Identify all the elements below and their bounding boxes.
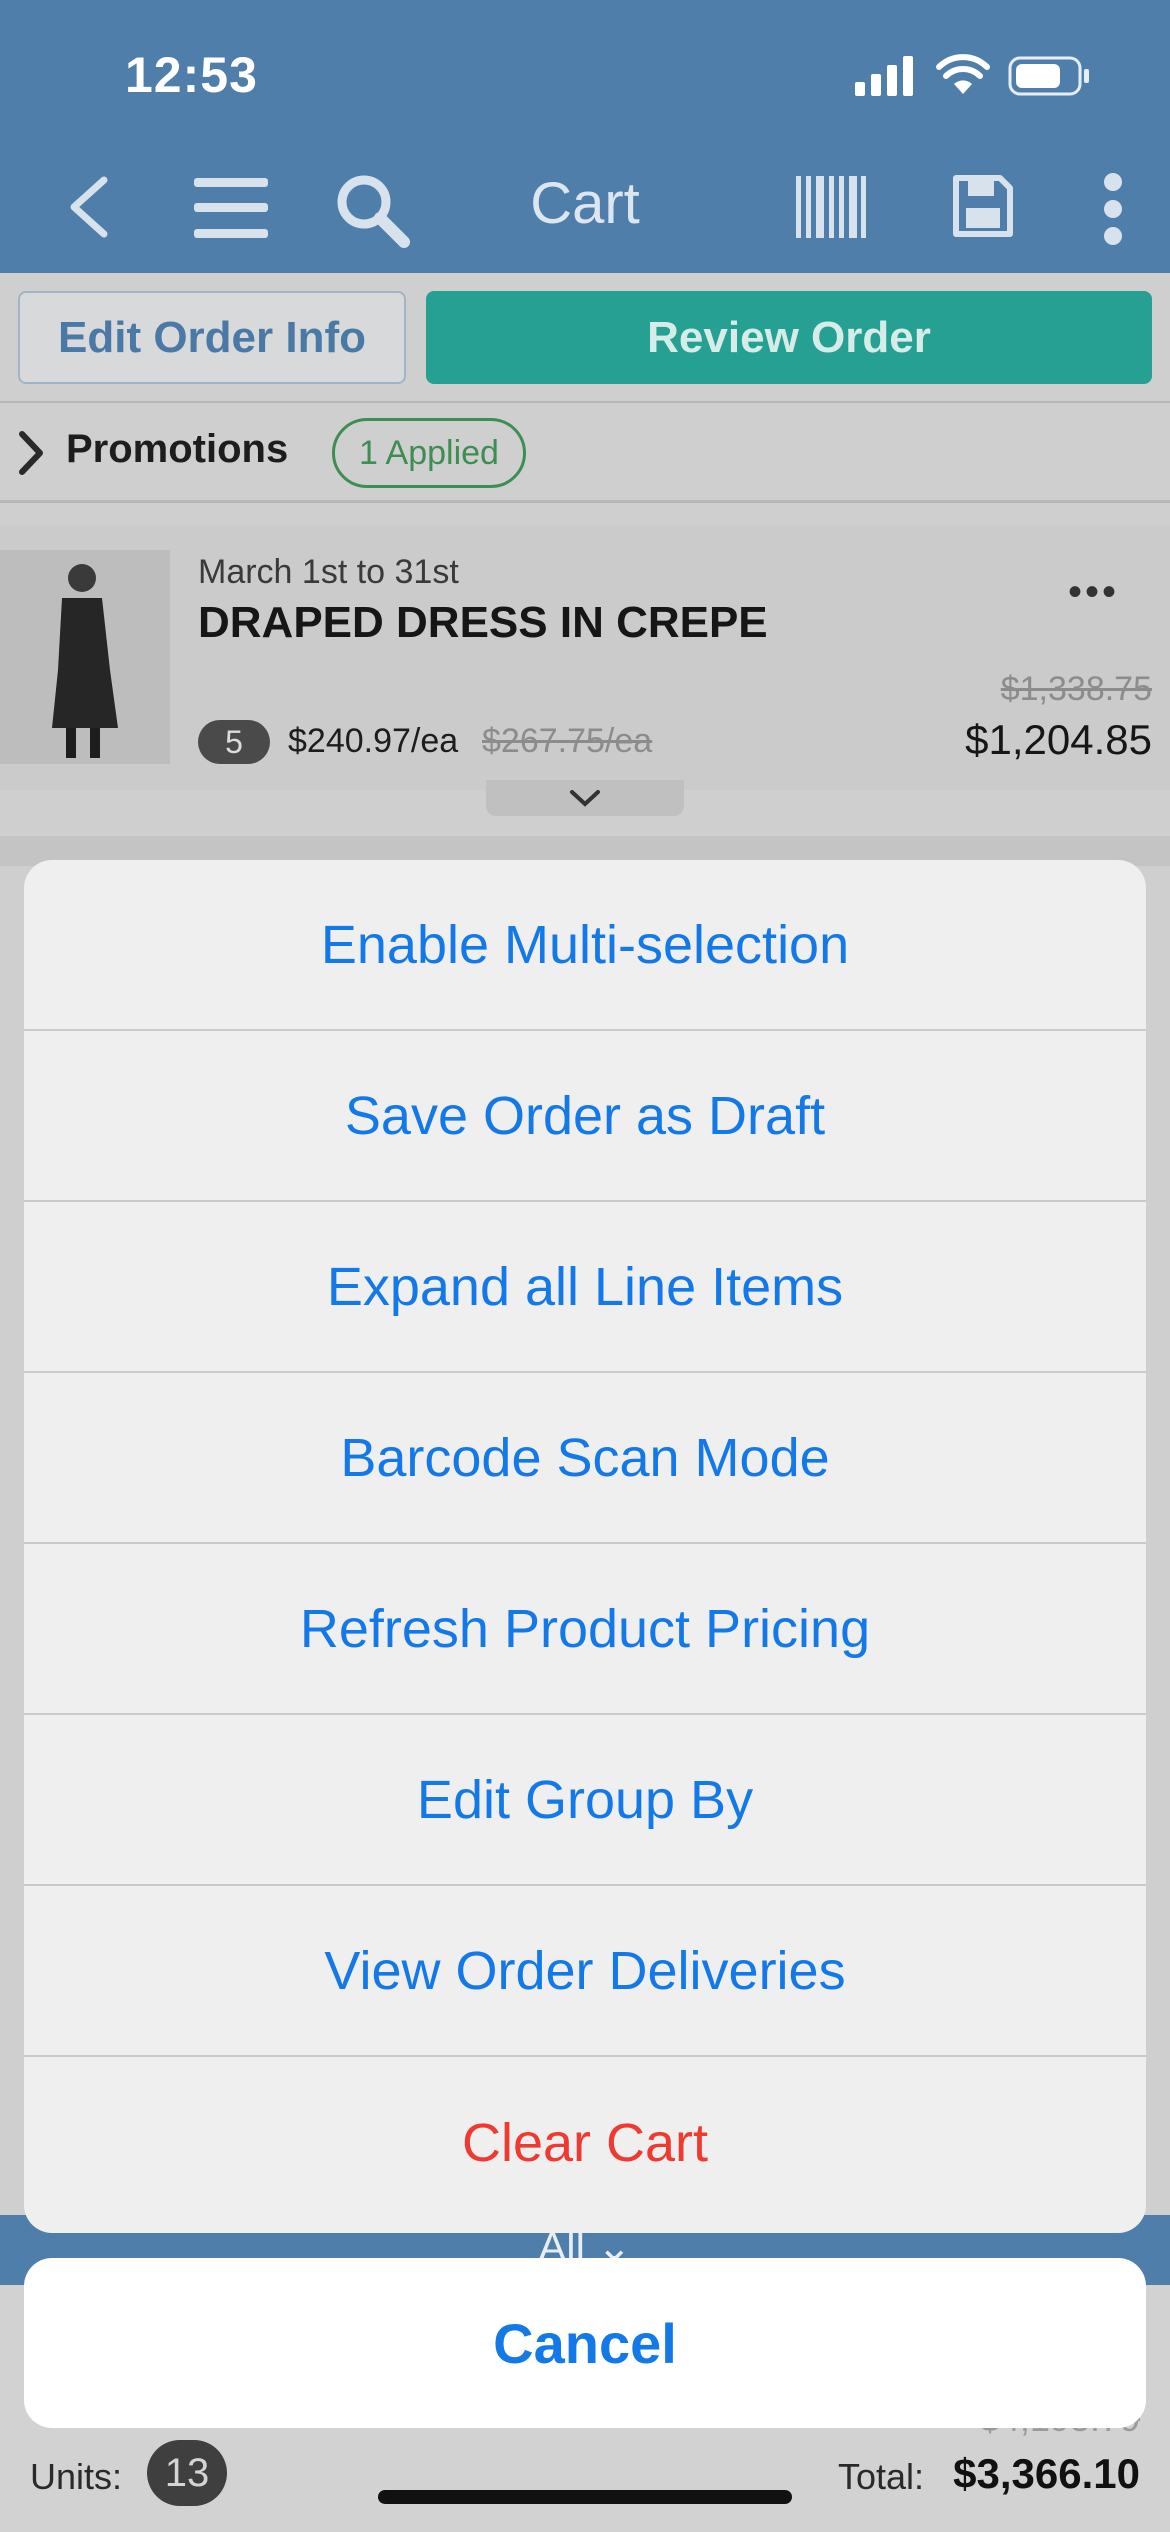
- refresh-product-pricing-option[interactable]: Refresh Product Pricing: [24, 1544, 1146, 1715]
- clear-cart-option[interactable]: Clear Cart: [24, 2057, 1146, 2228]
- total-label: Total:: [838, 2456, 925, 2497]
- item-date-range: March 1st to 31st: [198, 553, 459, 591]
- divider: [0, 500, 1170, 503]
- cancel-button[interactable]: Cancel: [24, 2258, 1146, 2428]
- battery-icon: [1008, 56, 1089, 96]
- view-order-deliveries-option[interactable]: View Order Deliveries: [24, 1886, 1146, 2057]
- chevron-right-icon: [19, 431, 43, 475]
- product-thumbnail: [0, 550, 170, 764]
- original-price-each: $267.75/ea: [482, 722, 653, 760]
- save-icon[interactable]: [952, 174, 1014, 238]
- edit-order-info-button[interactable]: Edit Order Info: [18, 291, 406, 384]
- expand-all-line-items-option[interactable]: Expand all Line Items: [24, 1202, 1146, 1373]
- action-sheet: Enable Multi-selection Save Order as Dra…: [24, 860, 1146, 2233]
- item-name: DRAPED DRESS IN CREPE: [198, 598, 768, 647]
- home-indicator[interactable]: [378, 2490, 792, 2504]
- cellular-signal-icon: [855, 56, 913, 96]
- more-options-icon[interactable]: [1100, 172, 1126, 246]
- units-count-badge: 13: [147, 2440, 227, 2506]
- chevron-down-icon: [570, 790, 600, 807]
- original-line-total: $1,338.75: [1000, 670, 1152, 708]
- item-options-button[interactable]: •••: [1068, 570, 1119, 615]
- quantity-badge: 5: [198, 720, 270, 764]
- promotions-applied-badge: 1 Applied: [332, 418, 526, 488]
- wifi-icon: [936, 54, 990, 94]
- line-total: $1,204.85: [965, 716, 1152, 763]
- status-time: 12:53: [125, 47, 258, 103]
- review-order-button[interactable]: Review Order: [426, 291, 1152, 384]
- barcode-icon[interactable]: [796, 176, 866, 238]
- promotions-label: Promotions: [66, 427, 289, 471]
- save-order-as-draft-option[interactable]: Save Order as Draft: [24, 1031, 1146, 1202]
- units-label: Units:: [30, 2456, 123, 2497]
- dress-image: [0, 550, 170, 764]
- edit-group-by-option[interactable]: Edit Group By: [24, 1715, 1146, 1886]
- expand-item-button[interactable]: [486, 780, 684, 816]
- price-each: $240.97/ea: [288, 722, 459, 760]
- barcode-scan-mode-option[interactable]: Barcode Scan Mode: [24, 1373, 1146, 1544]
- enable-multi-selection-option[interactable]: Enable Multi-selection: [24, 860, 1146, 1031]
- total-value: $3,366.10: [953, 2450, 1140, 2497]
